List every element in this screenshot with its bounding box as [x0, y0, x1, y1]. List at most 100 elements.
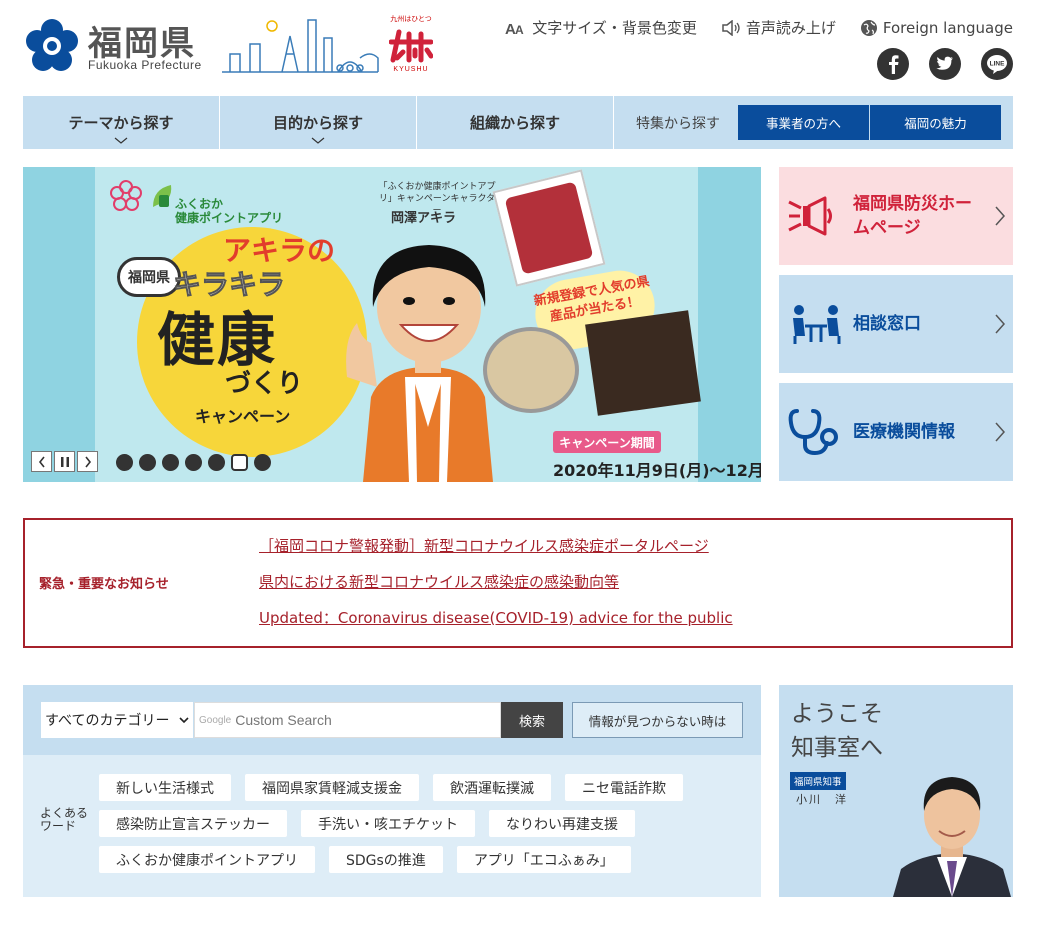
- line-button[interactable]: LINE: [981, 48, 1013, 80]
- foreign-language-label: Foreign language: [882, 18, 1013, 37]
- category-select-value: すべてのカテゴリー: [45, 713, 170, 729]
- kyushu-top-text: 九州はひとつ: [390, 15, 432, 23]
- search-placeholder: Custom Search: [235, 712, 332, 728]
- foreign-language-link[interactable]: Foreign language: [860, 17, 1013, 38]
- hero-period-label: キャンペーン期間: [553, 431, 661, 453]
- emergency-link-covid-portal[interactable]: ［福岡コロナ警報発動］新型コロナウイルス感染症ポータルページ: [259, 536, 733, 572]
- speaker-icon: [722, 19, 740, 36]
- chevron-left-icon: [38, 456, 45, 467]
- bosai-homepage-link[interactable]: 福岡県防災ホームページ: [779, 167, 1013, 265]
- voice-reading-link[interactable]: 音声読み上げ: [721, 17, 836, 38]
- slider-dot[interactable]: [254, 454, 271, 471]
- hotpot-image: [483, 327, 579, 413]
- stethoscope-icon: [788, 409, 838, 456]
- social-links: LINE: [877, 48, 1013, 80]
- consultation-label: 相談窓口: [853, 314, 921, 334]
- text-size-link[interactable]: A A 文字サイズ・背景色変更: [505, 17, 697, 38]
- slider-next-button[interactable]: [77, 451, 98, 472]
- bosai-homepage-label: 福岡県防災ホームページ: [853, 194, 972, 238]
- fukuoka-ume-small-icon: [110, 180, 142, 211]
- keyword-chip[interactable]: 手洗い・咳エチケット: [301, 810, 475, 837]
- line-icon: LINE: [987, 55, 1007, 74]
- nav-organization[interactable]: 組織から探す: [417, 96, 614, 149]
- chevron-right-icon: [995, 206, 1006, 226]
- hero-banner[interactable]: ふくおか 健康ポイントアプリ アキラの 福岡県 キラキラ 健康 づくり キャンペ…: [23, 167, 761, 482]
- slider-dot[interactable]: [162, 454, 179, 471]
- voice-reading-label: 音声読み上げ: [745, 19, 836, 37]
- slider-dot[interactable]: [139, 454, 156, 471]
- keyword-chip[interactable]: ふくおか健康ポイントアプリ: [99, 846, 315, 873]
- keyword-chip[interactable]: 福岡県家賃軽減支援金: [245, 774, 419, 801]
- slider-dot[interactable]: [185, 454, 202, 471]
- kyushu-bottom-text: KYUSHU: [393, 66, 429, 73]
- keyword-chip[interactable]: SDGsの推進: [329, 846, 443, 873]
- global-navigation: テーマから探す 目的から探す 組織から探す 特集から探す 事業者の方へ 福岡の魅…: [23, 96, 1013, 149]
- facebook-button[interactable]: [877, 48, 909, 80]
- info-not-found-button[interactable]: 情報が見つからない時は: [572, 702, 743, 738]
- text-size-icon: A A: [505, 21, 524, 36]
- hero-period-text: 2020年11月9日(月)～12月31日(木)まで: [553, 461, 761, 480]
- charm-button[interactable]: 福岡の魅力: [870, 105, 1001, 140]
- emergency-link-list: ［福岡コロナ警報発動］新型コロナウイルス感染症ポータルページ 県内における新型コ…: [259, 536, 733, 644]
- slider-dot[interactable]: [231, 454, 248, 471]
- chevron-down-icon: [179, 717, 189, 724]
- search-button[interactable]: 検索: [501, 702, 563, 738]
- chevron-down-icon: [311, 137, 325, 144]
- keyword-chip[interactable]: なりわい再建支援: [489, 810, 635, 837]
- globe-icon: [860, 19, 877, 36]
- nav-purpose-label: 目的から探す: [272, 114, 363, 132]
- governor-welcome-line2: 知事室へ: [791, 735, 883, 761]
- governor-welcome-line1: ようこそ: [791, 701, 883, 727]
- nav-theme-label: テーマから探す: [68, 114, 174, 132]
- slider-pause-button[interactable]: [54, 451, 75, 472]
- slider-prev-button[interactable]: [31, 451, 52, 472]
- keyword-row: 新しい生活様式 福岡県家賃軽減支援金 飲酒運転撲滅 ニセ電話詐欺: [99, 774, 683, 801]
- hero-app-name-line2: 健康ポイントアプリ: [175, 211, 284, 225]
- hero-zukuri-text: づくり: [225, 369, 304, 399]
- chevron-down-icon: [114, 137, 128, 144]
- emergency-notices: 緊急・重要なお知らせ ［福岡コロナ警報発動］新型コロナウイルス感染症ポータルペー…: [23, 518, 1013, 648]
- twitter-button[interactable]: [929, 48, 961, 80]
- slider-dots: [116, 454, 271, 471]
- chevron-right-icon: [995, 422, 1006, 442]
- governor-title-badge: 福岡県知事: [790, 772, 846, 790]
- governor-welcome: ようこそ 知事室へ: [791, 697, 883, 765]
- search-input[interactable]: Google Custom Search: [194, 702, 501, 738]
- emergency-link-covid-english[interactable]: Updated：Coronavirus disease(COVID-19) ad…: [259, 608, 733, 644]
- facebook-icon: [889, 55, 899, 74]
- utility-links: A A 文字サイズ・背景色変更 音声読み上げ Foreign language: [505, 17, 1013, 38]
- fukuoka-ume-emblem-icon: [26, 19, 78, 71]
- nav-feature: 特集から探す 事業者の方へ 福岡の魅力: [614, 96, 1013, 149]
- emergency-link-infection-trend[interactable]: 県内における新型コロナウイルス感染症の感染動向等: [259, 572, 733, 608]
- text-size-label: 文字サイズ・背景色変更: [532, 19, 697, 37]
- keyword-chip[interactable]: 飲酒運転撲滅: [433, 774, 551, 801]
- site-header: 福岡県 Fukuoka Prefecture 九州はひとつ KYUSHU A A…: [0, 0, 1039, 95]
- kyushu-mark-icon: [389, 29, 433, 63]
- keyword-chip[interactable]: 感染防止宣言ステッカー: [99, 810, 287, 837]
- chevron-right-icon: [995, 314, 1006, 334]
- slider-dot[interactable]: [208, 454, 225, 471]
- feature-buttons: 事業者の方へ 福岡の魅力: [738, 105, 1001, 140]
- keyword-chip[interactable]: ニセ電話詐欺: [565, 774, 683, 801]
- consultation-link[interactable]: 相談窓口: [779, 275, 1013, 373]
- nav-purpose[interactable]: 目的から探す: [220, 96, 417, 149]
- governor-office-link[interactable]: ようこそ 知事室へ 福岡県知事 小川 洋: [779, 685, 1013, 897]
- keyword-chip[interactable]: アプリ「エコふぁみ」: [456, 846, 631, 873]
- nav-feature-label: 特集から探す: [636, 115, 720, 132]
- fukuoka-logo[interactable]: 福岡県 Fukuoka Prefecture: [24, 16, 204, 74]
- nav-organization-label: 組織から探す: [469, 114, 560, 132]
- consultation-people-icon: [793, 305, 841, 344]
- category-select[interactable]: すべてのカテゴリー: [41, 702, 193, 738]
- business-button[interactable]: 事業者の方へ: [738, 105, 869, 140]
- slider-controls: [31, 451, 98, 472]
- nav-theme[interactable]: テーマから探す: [23, 96, 220, 149]
- medical-institution-link[interactable]: 医療機関情報: [779, 383, 1013, 481]
- megaphone-icon: [788, 196, 832, 236]
- keyword-chip[interactable]: 新しい生活様式: [99, 774, 231, 801]
- hero-fukuoka-badge: 福岡県: [117, 257, 181, 297]
- search-area: すべてのカテゴリー Google Custom Search 検索 情報が見つか…: [23, 685, 761, 897]
- sweets-box-image: [585, 310, 701, 416]
- frequent-words-label: よくあるワード: [40, 806, 89, 833]
- slider-dot[interactable]: [116, 454, 133, 471]
- governor-name: 小川 洋: [796, 793, 848, 806]
